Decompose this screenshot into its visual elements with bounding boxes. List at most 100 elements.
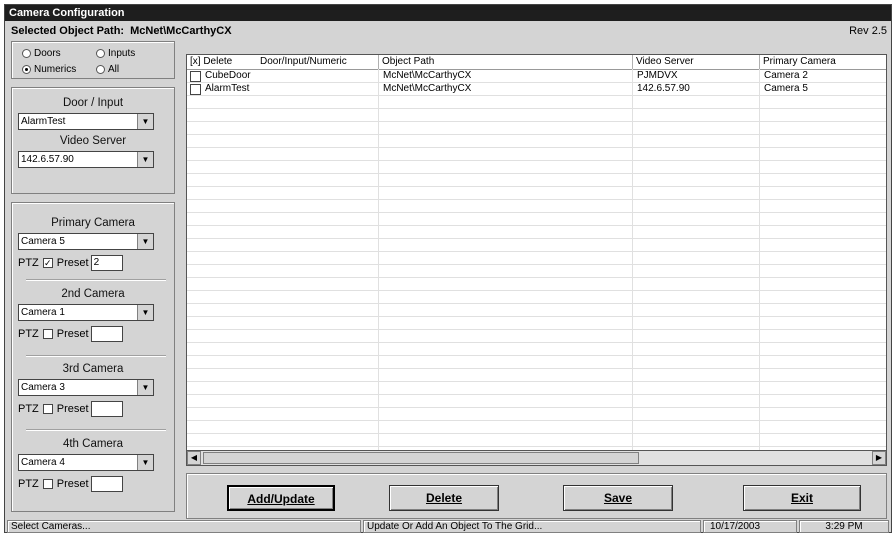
radio-inputs[interactable]: Inputs xyxy=(96,48,135,59)
row-line xyxy=(187,251,886,252)
radio-inputs-label: Inputs xyxy=(108,48,136,59)
button-bar: Add/Update Delete Save Exit xyxy=(186,473,887,519)
row-line xyxy=(187,433,886,434)
second-ptz-row: PTZ Preset xyxy=(18,326,123,342)
row-line xyxy=(187,225,886,226)
radio-doors-label: Doors xyxy=(34,48,61,59)
preset-label: Preset xyxy=(56,478,89,490)
row-line xyxy=(187,264,886,265)
path-label: Selected Object Path: xyxy=(11,25,125,37)
row-line xyxy=(187,173,886,174)
header-object-path[interactable]: Object Path xyxy=(379,55,633,69)
primary-preset-input[interactable]: 2 xyxy=(90,255,123,271)
chevron-down-icon[interactable]: ▼ xyxy=(137,380,153,395)
save-label: Save xyxy=(603,491,633,505)
primary-camera-select[interactable]: Camera 5 ▼ xyxy=(18,233,154,250)
chevron-down-icon[interactable]: ▼ xyxy=(137,305,153,320)
row-camera: Camera 5 xyxy=(764,83,808,94)
fourth-camera-label: 4th Camera xyxy=(62,438,124,450)
third-camera-select[interactable]: Camera 3 ▼ xyxy=(18,379,154,396)
door-input-select[interactable]: AlarmTest ▼ xyxy=(18,113,154,130)
window-title: Camera Configuration xyxy=(5,5,891,21)
third-ptz-checkbox[interactable] xyxy=(42,404,53,414)
revision-label: Rev 2.5 xyxy=(849,25,887,37)
row-line xyxy=(187,290,886,291)
save-button[interactable]: Save xyxy=(563,485,673,511)
fourth-preset-input[interactable] xyxy=(90,476,123,492)
second-preset-input[interactable] xyxy=(90,326,123,342)
scroll-right-icon[interactable]: ▶ xyxy=(872,451,886,465)
radio-doors-dot xyxy=(22,49,31,58)
col-line xyxy=(759,69,760,465)
status-middle: Update Or Add An Object To The Grid... xyxy=(363,520,701,533)
primary-camera-label: Primary Camera xyxy=(51,217,135,229)
row-line xyxy=(187,212,886,213)
chevron-down-icon[interactable]: ▼ xyxy=(137,234,153,249)
fourth-ptz-checkbox[interactable] xyxy=(42,479,53,489)
fourth-camera-select[interactable]: Camera 4 ▼ xyxy=(18,454,154,471)
row-camera: Camera 2 xyxy=(764,70,808,81)
delete-button[interactable]: Delete xyxy=(389,485,499,511)
exit-label: Exit xyxy=(790,491,813,505)
row-line xyxy=(187,394,886,395)
header-delete[interactable]: [x] Delete xyxy=(187,55,257,69)
radio-numerics[interactable]: Numerics xyxy=(22,64,76,75)
objects-grid[interactable]: [x] Delete Door/Input/Numeric Object Pat… xyxy=(186,54,887,466)
door-server-group: Door / Input AlarmTest ▼ Video Server 14… xyxy=(11,87,175,194)
header-primary-camera[interactable]: Primary Camera xyxy=(760,55,886,69)
status-time: 3:29 PM xyxy=(799,520,889,533)
row-name: CubeDoor xyxy=(205,70,251,81)
video-server-select[interactable]: 142.6.57.90 ▼ xyxy=(18,151,154,168)
filter-group: Doors Inputs Numerics All xyxy=(11,41,175,79)
third-camera-value: Camera 3 xyxy=(21,382,65,393)
status-left: Select Cameras... xyxy=(7,520,361,533)
row-line xyxy=(187,160,886,161)
scroll-left-icon[interactable]: ◀ xyxy=(187,451,201,465)
row-line xyxy=(187,446,886,447)
exit-button[interactable]: Exit xyxy=(743,485,861,511)
table-row[interactable]: AlarmTest McNet\McCarthyCX 142.6.57.90 C… xyxy=(187,83,886,95)
row-line xyxy=(187,407,886,408)
fourth-ptz-row: PTZ Preset xyxy=(18,476,123,492)
ptz-label: PTZ xyxy=(18,478,39,490)
row-line xyxy=(187,147,886,148)
row-delete-checkbox[interactable] xyxy=(190,71,201,82)
cameras-group: Primary Camera Camera 5 ▼ PTZ ✓ Preset 2… xyxy=(11,202,175,512)
horizontal-scrollbar[interactable]: ◀ ▶ xyxy=(186,450,887,466)
header-door-input[interactable]: Door/Input/Numeric xyxy=(257,55,379,69)
chevron-down-icon[interactable]: ▼ xyxy=(137,114,153,129)
chevron-down-icon[interactable]: ▼ xyxy=(137,455,153,470)
primary-camera-value: Camera 5 xyxy=(21,236,65,247)
camera-config-window: Camera Configuration Selected Object Pat… xyxy=(4,4,892,533)
divider xyxy=(26,355,166,357)
second-camera-select[interactable]: Camera 1 ▼ xyxy=(18,304,154,321)
radio-all-label: All xyxy=(108,64,120,75)
row-path: McNet\McCarthyCX xyxy=(383,70,472,81)
scroll-thumb[interactable] xyxy=(203,452,639,464)
chevron-down-icon[interactable]: ▼ xyxy=(137,152,153,167)
header-video-server[interactable]: Video Server xyxy=(633,55,760,69)
row-line xyxy=(187,108,886,109)
add-update-button[interactable]: Add/Update xyxy=(227,485,335,511)
row-server: 142.6.57.90 xyxy=(637,83,690,94)
radio-numerics-dot xyxy=(22,65,31,74)
third-preset-input[interactable] xyxy=(90,401,123,417)
row-server: PJMDVX xyxy=(637,70,678,81)
ptz-label: PTZ xyxy=(18,403,39,415)
radio-doors[interactable]: Doors xyxy=(22,48,61,59)
table-row[interactable]: CubeDoor McNet\McCarthyCX PJMDVX Camera … xyxy=(187,70,886,82)
radio-all-dot xyxy=(96,65,105,74)
fourth-camera-value: Camera 4 xyxy=(21,457,65,468)
second-camera-value: Camera 1 xyxy=(21,307,65,318)
row-line xyxy=(187,199,886,200)
second-camera-label: 2nd Camera xyxy=(61,288,125,300)
row-line xyxy=(187,277,886,278)
radio-inputs-dot xyxy=(96,49,105,58)
row-line xyxy=(187,381,886,382)
row-delete-checkbox[interactable] xyxy=(190,84,201,95)
col-line xyxy=(378,69,379,465)
second-ptz-checkbox[interactable] xyxy=(42,329,53,339)
row-name: AlarmTest xyxy=(205,83,250,94)
primary-ptz-checkbox[interactable]: ✓ xyxy=(42,258,53,268)
radio-all[interactable]: All xyxy=(96,64,119,75)
